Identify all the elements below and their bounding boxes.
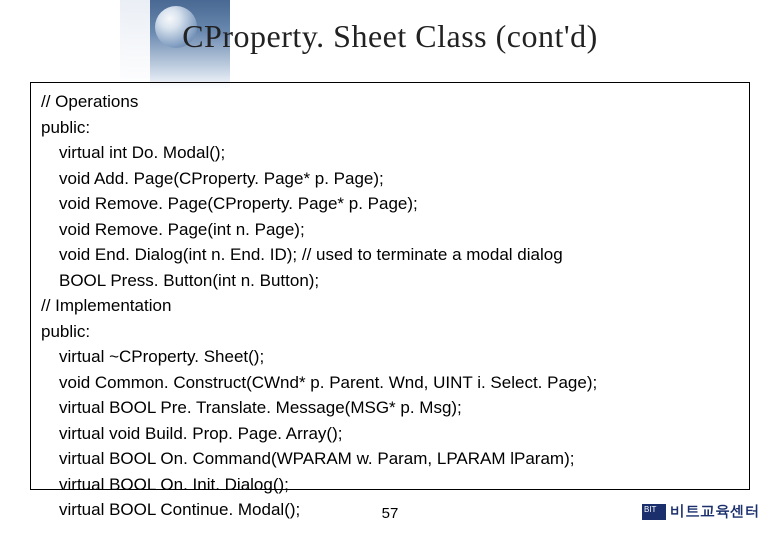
code-line: void Common. Construct(CWnd* p. Parent. … [41, 370, 739, 396]
code-line: virtual BOOL Pre. Translate. Message(MSG… [41, 395, 739, 421]
code-line: void Remove. Page(int n. Page); [41, 217, 739, 243]
code-line: void Add. Page(CProperty. Page* p. Page)… [41, 166, 739, 192]
slide-title: CProperty. Sheet Class (cont'd) [0, 18, 780, 55]
code-box: // Operations public: virtual int Do. Mo… [30, 82, 750, 490]
code-line: virtual void Build. Prop. Page. Array(); [41, 421, 739, 447]
slide: CProperty. Sheet Class (cont'd) // Opera… [0, 0, 780, 540]
code-line: virtual ~CProperty. Sheet(); [41, 344, 739, 370]
code-line: BOOL Press. Button(int n. Button); [41, 268, 739, 294]
code-line: void End. Dialog(int n. End. ID); // use… [41, 242, 739, 268]
footer-logo: 비트교육센터 [642, 501, 760, 522]
code-line: public: [41, 115, 739, 141]
code-line: virtual BOOL On. Init. Dialog(); [41, 472, 739, 498]
code-line: virtual int Do. Modal(); [41, 140, 739, 166]
code-line: void Remove. Page(CProperty. Page* p. Pa… [41, 191, 739, 217]
footer-logo-text: 비트교육센터 [670, 501, 760, 522]
code-line: virtual BOOL On. Command(WPARAM w. Param… [41, 446, 739, 472]
logo-mark-icon [642, 504, 666, 520]
code-line: // Operations [41, 89, 739, 115]
code-line: public: [41, 319, 739, 345]
code-line: // Implementation [41, 293, 739, 319]
